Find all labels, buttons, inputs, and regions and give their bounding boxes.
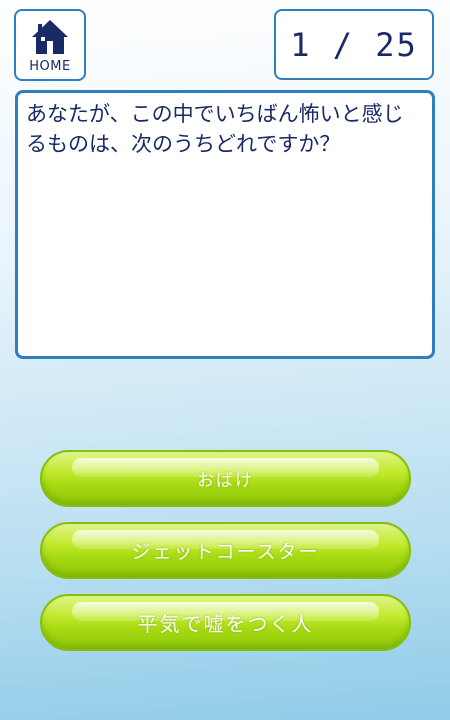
- answer-label-1: おばけ: [197, 471, 254, 491]
- question-box: あなたが、この中でいちばん怖いと感じるものは、次のうちどれですか？: [15, 90, 435, 359]
- house-icon: [32, 20, 68, 54]
- home-label: HOME: [29, 59, 71, 74]
- answer-button-1[interactable]: おばけ: [40, 450, 411, 507]
- answer-label-3: 平気で嘘をつく人: [137, 612, 314, 636]
- home-button[interactable]: HOME: [14, 9, 86, 81]
- answer-label-2: ジェットコースター: [131, 541, 320, 563]
- answer-button-2[interactable]: ジェットコースター: [40, 522, 411, 579]
- question-counter: 1 / 25: [274, 9, 434, 80]
- answer-button-3[interactable]: 平気で嘘をつく人: [40, 594, 411, 651]
- question-text: あなたが、この中でいちばん怖いと感じるものは、次のうちどれですか？: [26, 102, 404, 156]
